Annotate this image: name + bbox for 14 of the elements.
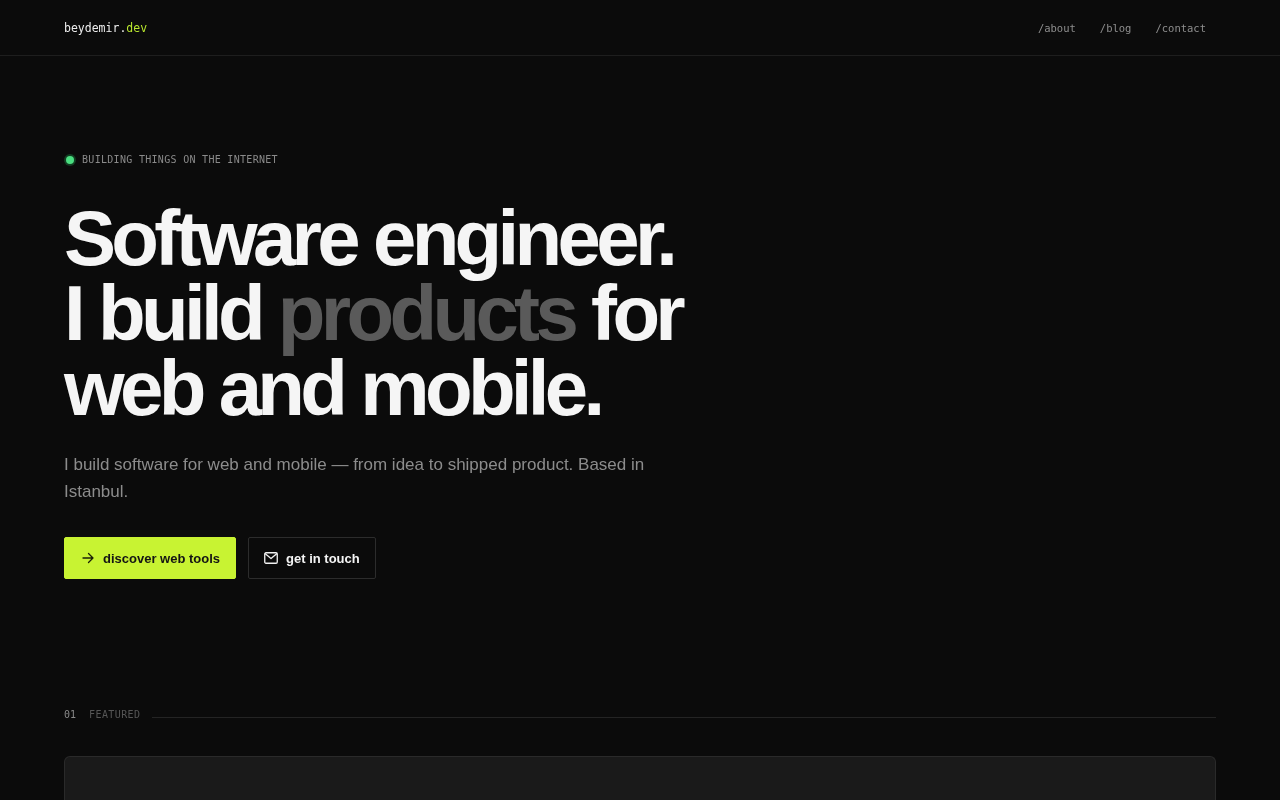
headline: Software engineer. I build products for web and mobile. [64, 201, 683, 426]
status-label: BUILDING THINGS ON THE INTERNET [82, 153, 278, 167]
nav-link[interactable]: /contact [1155, 20, 1206, 35]
nav-link[interactable]: /about [1037, 20, 1076, 35]
discover-button[interactable]: discover web tools [64, 537, 237, 579]
status-dot-icon [64, 154, 76, 166]
site-logo[interactable]: beydemir.dev [64, 19, 148, 36]
arrow-right-icon [82, 552, 94, 564]
contact-button[interactable]: get in touch [248, 537, 376, 579]
nav-link[interactable]: /blog [1099, 20, 1132, 35]
envelope-icon [264, 552, 279, 564]
intro-text: I build software for web and mobile — from idea to shipped product. Based in Istanbul. [64, 454, 646, 503]
section-label: FEATURED [89, 708, 141, 722]
section-number: 01 [64, 708, 77, 722]
